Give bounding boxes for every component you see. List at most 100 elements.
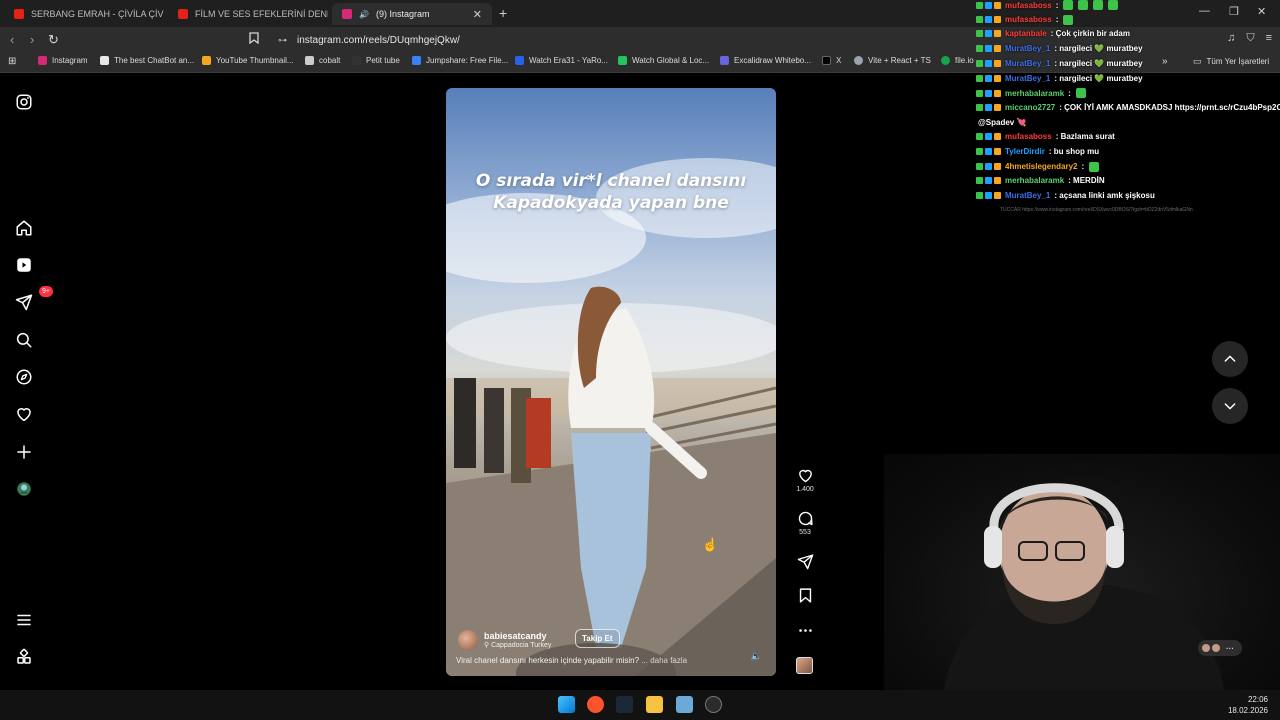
profile-avatar[interactable]	[14, 479, 34, 499]
x-icon	[822, 56, 831, 65]
globe-icon	[854, 56, 863, 65]
bookmark-label: YouTube Thumbnail...	[216, 56, 294, 65]
floating-participants-chip[interactable]: ···	[1198, 640, 1242, 656]
chat-text: : açsana linki amk şişkosu	[1054, 191, 1155, 201]
bookmark-item[interactable]: Watch Era31 - YaRo...	[515, 56, 608, 65]
comment-action[interactable]: 553	[794, 510, 816, 536]
bookmark-item[interactable]: YouTube Thumbnail...	[202, 56, 294, 65]
bookmark-item[interactable]: X	[822, 56, 841, 65]
bookmark-item[interactable]: Watch Global & Loc...	[618, 56, 709, 65]
author-username[interactable]: babiesatcandy	[484, 631, 551, 641]
file-explorer-icon[interactable]	[646, 696, 663, 713]
chat-username: MuratBey_1	[1005, 73, 1051, 83]
also-from-meta-icon[interactable]	[14, 647, 34, 667]
browser-tab[interactable]: SERBANG EMRAH - ÇİVİLA ÇİVİLA KI	[4, 3, 164, 25]
reload-icon[interactable]: ↻	[48, 32, 59, 48]
save-action[interactable]	[794, 587, 816, 604]
chevron-down-icon	[1224, 403, 1236, 410]
chat-username: mufasaboss	[1005, 0, 1052, 10]
chat-badge-icon	[994, 192, 1001, 200]
audio-thumbnail[interactable]	[796, 657, 813, 674]
reel-video[interactable]: O sırada vir*l chanel dansını Kapadokyad…	[446, 88, 776, 676]
chat-badge-icon	[976, 89, 983, 97]
instagram-sidebar: 9+	[0, 74, 53, 690]
bookmark-item[interactable]: cobalt	[305, 56, 340, 65]
apps-grid-icon[interactable]: ⊞	[8, 56, 16, 67]
back-icon[interactable]: ‹	[10, 32, 14, 47]
reels-icon[interactable]	[14, 255, 34, 275]
instagram-logo-icon[interactable]	[14, 92, 34, 112]
search-icon[interactable]	[14, 330, 34, 350]
heart-icon[interactable]	[797, 467, 814, 484]
comment-count: 553	[799, 529, 811, 536]
like-count: 1.400	[796, 486, 814, 493]
chat-badge-icon	[994, 177, 1001, 185]
home-icon[interactable]	[14, 218, 34, 238]
chat-badge-icon	[994, 133, 1001, 141]
reel-author[interactable]: babiesatcandy ⚲ Cappadocia Turkey	[458, 630, 551, 650]
next-reel-button[interactable]	[1212, 388, 1248, 424]
emote-icon	[1093, 0, 1104, 10]
author-avatar[interactable]	[458, 630, 478, 650]
share-icon[interactable]	[797, 553, 814, 570]
bookmark-item[interactable]: file.io	[941, 56, 974, 65]
more-dots-icon[interactable]	[797, 622, 814, 639]
bookmark-item[interactable]: Vite + React + TS	[854, 56, 931, 65]
browser-tab-active[interactable]: 🔊 (9) Instagram ✕	[332, 3, 492, 25]
browser-tab[interactable]: FİLM VE SES EFEKLERİNİ DENEDİM?	[168, 3, 328, 25]
reel-description[interactable]: Viral chanel dansını herkesin içinde yap…	[456, 656, 687, 665]
chat-message: mufasaboss:	[976, 0, 1119, 10]
previous-reel-button[interactable]	[1212, 341, 1248, 377]
chat-badge-icon	[976, 74, 983, 82]
site-info-icon[interactable]: ⊶	[278, 35, 287, 46]
comment-icon[interactable]	[797, 510, 814, 527]
bookmark-item[interactable]: Excalidraw Whitebo...	[720, 56, 811, 65]
like-action[interactable]: 1.400	[794, 467, 816, 493]
bookmark-item[interactable]: The best ChatBot an...	[100, 56, 194, 65]
chat-badge-icon	[985, 163, 992, 171]
chat-badge-icon	[985, 148, 992, 155]
chat-badge-icon	[994, 1, 1001, 9]
chat-username: kaptanbale	[1005, 29, 1047, 39]
obs-icon[interactable]	[705, 696, 722, 713]
chat-text: : nargileci 💚 muratbey	[1054, 73, 1143, 83]
more-link[interactable]: ... daha fazla	[641, 656, 687, 665]
close-tab-icon[interactable]: ✕	[473, 8, 482, 21]
follow-button[interactable]: Takip Et	[575, 629, 620, 648]
share-action[interactable]	[794, 553, 816, 570]
era31-icon	[515, 56, 524, 65]
photos-icon[interactable]	[676, 696, 693, 713]
emote-icon	[1063, 14, 1074, 25]
chat-badge-icon	[985, 45, 992, 53]
explore-icon[interactable]	[14, 367, 34, 387]
steam-icon[interactable]	[616, 696, 633, 713]
notifications-heart-icon[interactable]	[14, 404, 34, 424]
bookmark-item[interactable]: Petit tube	[352, 56, 400, 65]
chat-username: MuratBey_1	[1005, 58, 1051, 68]
emote-icon	[1063, 0, 1074, 10]
address-bar[interactable]: ⊶ instagram.com/reels/DUqmhgejQkw/	[268, 30, 980, 50]
new-tab-button[interactable]: +	[499, 5, 507, 21]
create-plus-icon[interactable]	[14, 442, 34, 462]
bookmark-item[interactable]: Instagram	[38, 56, 88, 65]
bookmark-icon[interactable]	[249, 32, 259, 47]
bookmark-save-icon[interactable]	[797, 587, 814, 604]
author-location[interactable]: Cappadocia Turkey	[491, 642, 551, 649]
bookmark-item[interactable]: Jumpshare: Free File...	[412, 56, 508, 65]
chat-badge-icon	[985, 1, 992, 9]
windows-taskbar: 22:06 18.02.2026	[0, 690, 1280, 720]
chat-badge-icon	[976, 103, 983, 111]
chat-text: :	[1068, 88, 1071, 98]
emote-icon	[1089, 161, 1100, 172]
chat-badge-icon	[994, 74, 1001, 82]
chat-message: mufasaboss: Bazlama surat	[976, 132, 1115, 141]
more-options-action[interactable]	[794, 622, 816, 639]
volume-icon[interactable]: 🔈	[751, 651, 762, 662]
messages-icon[interactable]: 9+	[14, 286, 53, 312]
bookmark-label: Vite + React + TS	[868, 56, 931, 65]
windows-start-icon[interactable]	[558, 696, 575, 713]
more-menu-icon[interactable]	[14, 610, 34, 630]
forward-icon[interactable]: ›	[30, 32, 34, 47]
brave-browser-icon[interactable]	[587, 696, 604, 713]
system-clock[interactable]: 22:06 18.02.2026	[1228, 694, 1268, 716]
